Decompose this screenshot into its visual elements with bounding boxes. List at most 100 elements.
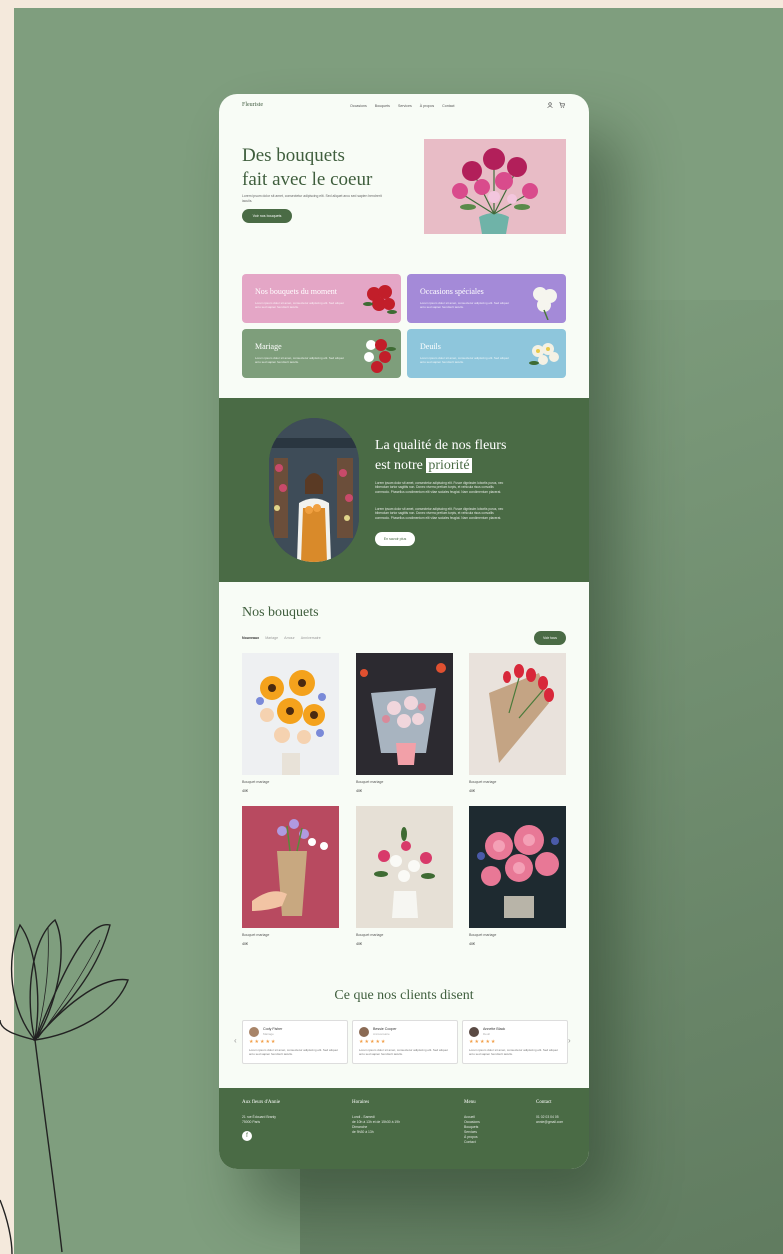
see-all-button[interactable]: Voir tous	[534, 631, 566, 645]
footer-brand: Aux fleurs d'Annie 21 rue Édouard Branly…	[242, 1100, 280, 1141]
bouquets-section-title: Nos bouquets	[242, 605, 319, 620]
avatar	[249, 1027, 259, 1037]
reviewer-occasion: Mariage	[263, 1032, 274, 1036]
nav-link-contact[interactable]: Contact	[442, 104, 454, 108]
product-card[interactable]: Bouquet mariage 40€	[469, 806, 566, 946]
product-image	[242, 653, 339, 775]
navbar: Fleuriste Occasions Bouquets Services À …	[219, 94, 589, 120]
filter-wedding[interactable]: Mariage	[265, 636, 278, 640]
star-rating: ★★★★★	[359, 1039, 387, 1045]
product-price: 40€	[469, 942, 475, 946]
review-text: Lorem ipsum dolor sit amet, consectetur …	[469, 1048, 558, 1056]
quality-section: La qualité de nos fleurs est notre priori…	[219, 398, 589, 582]
hours-sunday-times: de 9h30 à 13h	[352, 1130, 374, 1134]
site-logo[interactable]: Fleuriste	[242, 102, 263, 108]
product-card[interactable]: Bouquet mariage 40€	[356, 653, 453, 793]
product-price: 40€	[356, 942, 362, 946]
testimonial-card: Bessie Cooper Anniversaire ★★★★★ Lorem i…	[352, 1020, 458, 1064]
category-title: Occasions spéciales	[420, 287, 484, 296]
footer: Aux fleurs d'Annie 21 rue Édouard Branly…	[219, 1088, 589, 1169]
product-name: Bouquet mariage	[469, 933, 497, 937]
footer-email[interactable]: annie@gmail.com	[536, 1120, 563, 1125]
reviewer-occasion: Anniversaire	[373, 1032, 390, 1036]
nav-links: Occasions Bouquets Services À propos Con…	[350, 104, 455, 108]
flower-illustration	[0, 918, 129, 1254]
category-card-occasions[interactable]: Occasions spéciales Lorem ipsum dolor si…	[407, 274, 566, 323]
review-text: Lorem ipsum dolor sit amet, consectetur …	[249, 1048, 338, 1056]
category-card-mourning[interactable]: Deuils Lorem ipsum dolor sit amet, conse…	[407, 329, 566, 378]
hero-title: Des bouquets fait avec le coeur	[242, 145, 373, 190]
category-desc: Lorem ipsum dolor sit amet, consectetur …	[420, 356, 509, 364]
learn-more-button[interactable]: En savoir plus	[375, 532, 415, 546]
cart-icon[interactable]	[559, 102, 565, 108]
reviewer-occasion: Deuil	[483, 1032, 490, 1036]
footer-brand-name: Aux fleurs d'Annie	[242, 1100, 281, 1105]
footer-link-contact[interactable]: Contact	[464, 1140, 480, 1145]
nav-link-services[interactable]: Services	[398, 104, 412, 108]
florist-photo	[269, 418, 359, 562]
category-card-moment[interactable]: Nos bouquets du moment Lorem ipsum dolor…	[242, 274, 401, 323]
footer-contact-title: Contact	[536, 1100, 552, 1105]
footer-contact: Contact 01 02 03 04 05 annie@gmail.com	[536, 1100, 563, 1125]
product-card[interactable]: Bouquet mariage 40€	[356, 806, 453, 946]
nav-link-bouquets[interactable]: Bouquets	[375, 104, 390, 108]
bouquet-thumbnail	[529, 343, 559, 365]
footer-menu: Menu Accueil Occasions Bouquets Services…	[464, 1100, 480, 1145]
product-price: 40€	[356, 789, 362, 793]
hero-description: Lorem ipsum dolor sit amet, consectetur …	[242, 194, 382, 203]
hero-image	[424, 139, 566, 234]
filter-birthday[interactable]: Anniversaire	[301, 636, 321, 640]
bouquet-filters: Nouveaux Mariage Amour Anniversaire	[242, 636, 321, 640]
category-desc: Lorem ipsum dolor sit amet, consectetur …	[255, 356, 344, 364]
nav-icons	[547, 102, 565, 108]
product-price: 40€	[242, 789, 248, 793]
user-icon[interactable]	[547, 102, 553, 108]
product-name: Bouquet mariage	[356, 933, 384, 937]
avatar	[469, 1027, 479, 1037]
product-image	[356, 806, 453, 928]
facebook-icon[interactable]: f	[242, 1131, 252, 1141]
product-name: Bouquet mariage	[469, 780, 497, 784]
quality-title: La qualité de nos fleurs est notre priori…	[375, 438, 507, 473]
category-card-wedding[interactable]: Mariage Lorem ipsum dolor sit amet, cons…	[242, 329, 401, 378]
testimonial-card: Cody Fisher Mariage ★★★★★ Lorem ipsum do…	[242, 1020, 348, 1064]
filter-new[interactable]: Nouveaux	[242, 636, 259, 640]
category-title: Nos bouquets du moment	[255, 287, 337, 296]
category-desc: Lorem ipsum dolor sit amet, consectetur …	[420, 301, 509, 309]
reviewer-name: Bessie Cooper	[373, 1027, 397, 1031]
product-price: 40€	[469, 789, 475, 793]
product-card[interactable]: Bouquet mariage 40€	[242, 653, 339, 793]
footer-hours: Horaires Lundi - Samedi de 10h à 13h et …	[352, 1100, 400, 1135]
view-bouquets-button[interactable]: Voir nos bouquets	[242, 209, 292, 223]
reviewer-name: Annette Black	[483, 1027, 506, 1031]
product-name: Bouquet mariage	[242, 933, 270, 937]
nav-link-about[interactable]: À propos	[420, 104, 434, 108]
product-card[interactable]: Bouquet mariage 40€	[469, 653, 566, 793]
product-image	[242, 806, 339, 928]
website-mockup: Fleuriste Occasions Bouquets Services À …	[219, 94, 589, 1169]
product-name: Bouquet mariage	[356, 780, 384, 784]
product-card[interactable]: Bouquet mariage 40€	[242, 806, 339, 946]
footer-address-line2: 75000 Paris	[242, 1120, 261, 1124]
avatar	[359, 1027, 369, 1037]
product-image	[469, 653, 566, 775]
highlight-word: priorité	[426, 458, 472, 473]
product-image	[469, 806, 566, 928]
testimonials-title: Ce que nos clients disent	[334, 988, 474, 1003]
footer-menu-title: Menu	[464, 1100, 476, 1105]
footer-hours-title: Horaires	[352, 1100, 370, 1105]
quality-paragraph-2: Lorem ipsum dolor sit amet, consectetur …	[375, 507, 504, 520]
product-name: Bouquet mariage	[242, 780, 270, 784]
testimonial-card: Annette Black Deuil ★★★★★ Lorem ipsum do…	[462, 1020, 568, 1064]
reviewer-name: Cody Fisher	[263, 1027, 283, 1031]
nav-link-occasions[interactable]: Occasions	[350, 104, 367, 108]
filter-love[interactable]: Amour	[284, 636, 295, 640]
product-price: 40€	[242, 942, 248, 946]
bouquet-thumbnail	[533, 287, 557, 320]
category-desc: Lorem ipsum dolor sit amet, consectetur …	[255, 301, 344, 309]
chevron-left-icon[interactable]: ‹	[234, 1036, 237, 1045]
category-title: Deuils	[420, 342, 441, 351]
review-text: Lorem ipsum dolor sit amet, consectetur …	[359, 1048, 448, 1056]
chevron-right-icon[interactable]: ›	[568, 1036, 571, 1045]
bouquet-thumbnail	[364, 339, 396, 373]
